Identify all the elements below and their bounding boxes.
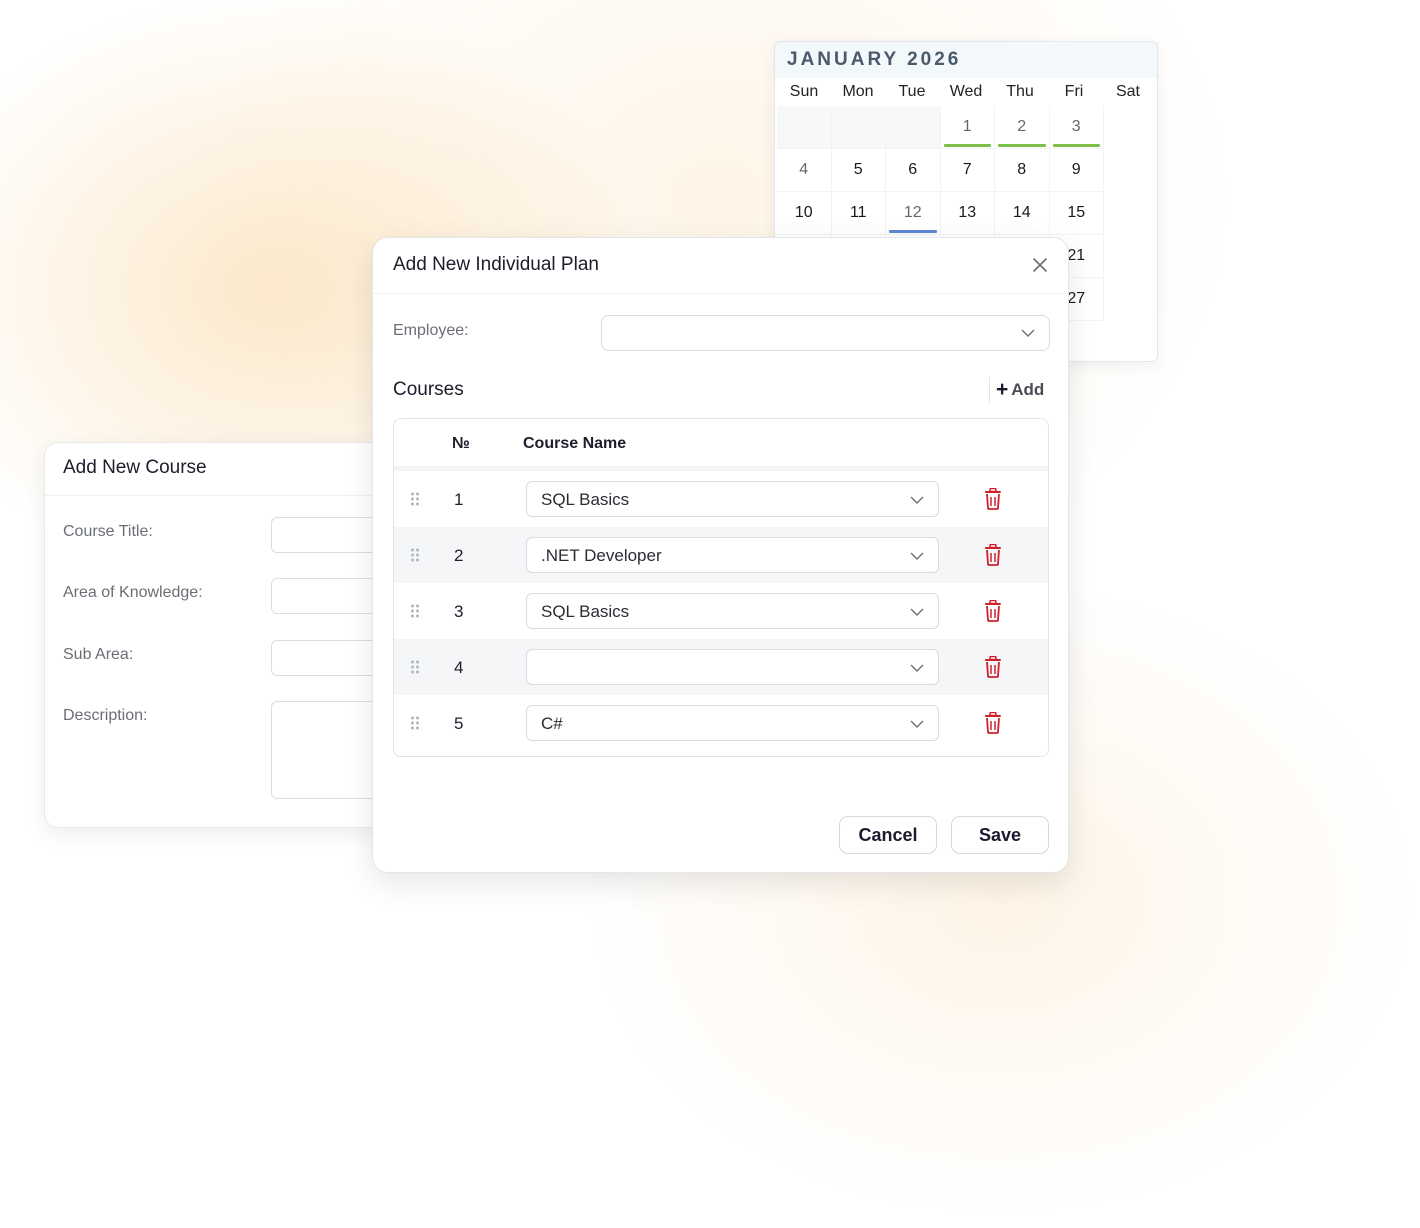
add-individual-plan-dialog: Add New Individual Plan Employee: Course… [372,237,1069,873]
calendar-weekdays: Sun Mon Tue Wed Thu Fri Sat [775,78,1157,106]
add-course-title: Add New Course [45,443,403,496]
trash-icon[interactable] [984,712,1002,734]
calendar-day-empty [777,106,832,149]
weekday: Mon [842,83,874,100]
save-button[interactable]: Save [951,816,1049,854]
course-select-value: C# [541,714,563,733]
calendar-day-empty [886,106,941,149]
courses-title: Courses [393,379,464,400]
calendar-day[interactable]: 1 [940,106,995,149]
description-label: Description: [63,707,148,724]
table-row: 5 C# [394,695,1048,751]
add-course-label: Add [1011,380,1045,399]
employee-label: Employee: [393,322,469,339]
table-row: 2 .NET Developer [394,527,1048,583]
employee-select[interactable] [601,315,1050,351]
calendar-day[interactable]: 15 [1049,192,1104,235]
course-select[interactable]: .NET Developer [526,537,939,573]
table-header: № Course Name [394,419,1048,471]
course-select-value: SQL Basics [541,490,630,509]
chevron-down-icon [910,552,924,560]
course-title-label: Course Title: [63,523,153,540]
calendar-day[interactable]: 2 [995,106,1050,149]
drag-handle-icon[interactable] [410,603,420,619]
dialog-header: Add New Individual Plan [373,238,1068,294]
area-of-knowledge-label: Area of Knowledge: [63,584,203,601]
row-number: 3 [454,602,464,621]
calendar-day[interactable]: 13 [940,192,995,235]
table-row: 3 SQL Basics [394,583,1048,639]
calendar-day[interactable]: 11 [831,192,886,235]
chevron-down-icon [910,720,924,728]
calendar-day[interactable]: 9 [1049,149,1104,192]
calendar-day-today[interactable]: 12 [886,192,941,235]
calendar-day[interactable]: 14 [995,192,1050,235]
add-course-dialog: Add New Course Course Title: Area of Kno… [44,442,404,828]
course-select[interactable]: SQL Basics [526,481,939,517]
plus-icon: + [996,378,1009,401]
weekday: Fri [1064,83,1084,100]
weekday: Sat [1115,83,1140,100]
trash-icon[interactable] [984,544,1002,566]
course-select[interactable]: C# [526,705,939,741]
weekday: Wed [949,83,983,100]
table-row: 4 [394,639,1048,695]
calendar-title: JANUARY 2026 [775,42,1157,78]
column-header-course-name: Course Name [523,435,627,452]
weekday: Tue [898,83,926,100]
chevron-down-icon [1021,329,1035,337]
course-select-value: .NET Developer [541,546,662,565]
cancel-button[interactable]: Cancel [839,816,937,854]
dialog-title: Add New Individual Plan [393,254,599,275]
row-number: 5 [454,714,464,733]
trash-icon[interactable] [984,488,1002,510]
calendar-day[interactable]: 6 [886,149,941,192]
weekday: Thu [1006,83,1034,100]
calendar-day[interactable]: 5 [831,149,886,192]
courses-table: № Course Name 1 SQL Basics 2 .NET Develo… [393,418,1049,757]
chevron-down-icon [910,664,924,672]
calendar-day[interactable]: 8 [995,149,1050,192]
calendar-day[interactable]: 10 [777,192,832,235]
weekday: Sun [789,83,819,100]
add-course-button[interactable]: + Add [989,377,1050,403]
close-button[interactable] [1030,255,1050,275]
calendar-day[interactable]: 3 [1049,106,1104,149]
course-select[interactable]: SQL Basics [526,593,939,629]
calendar-day[interactable]: 7 [940,149,995,192]
table-row: 1 SQL Basics [394,471,1048,527]
column-header-number: № [452,435,470,452]
trash-icon[interactable] [984,656,1002,678]
calendar-day-empty [831,106,886,149]
drag-handle-icon[interactable] [410,547,420,563]
row-number: 2 [454,546,464,565]
course-select-value: SQL Basics [541,602,630,621]
drag-handle-icon[interactable] [410,491,420,507]
calendar-day[interactable]: 4 [777,149,832,192]
chevron-down-icon [910,496,924,504]
course-select[interactable] [526,649,939,685]
drag-handle-icon[interactable] [410,715,420,731]
row-number: 1 [454,490,464,509]
close-icon [1033,258,1047,272]
sub-area-label: Sub Area: [63,646,134,663]
chevron-down-icon [910,608,924,616]
trash-icon[interactable] [984,600,1002,622]
drag-handle-icon[interactable] [410,659,420,675]
row-number: 4 [454,658,464,677]
